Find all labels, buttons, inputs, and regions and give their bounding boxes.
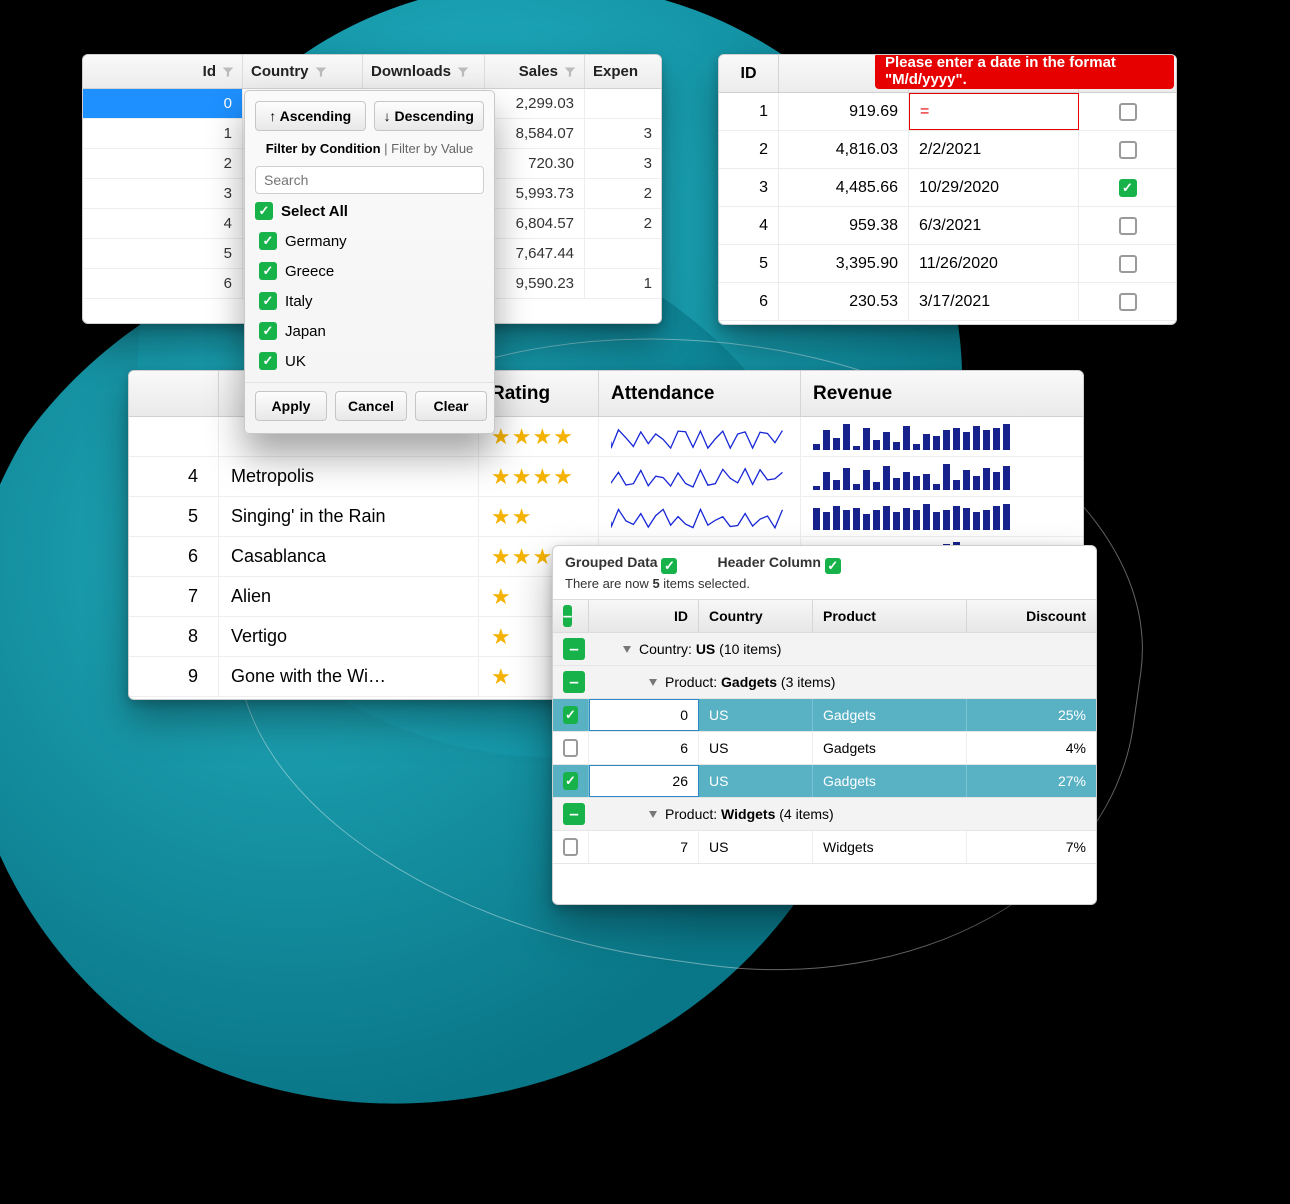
filter-popover[interactable]: ↑ Ascending ↓ Descending Filter by Condi… [244, 90, 495, 434]
chevron-down-icon [649, 811, 657, 818]
table-row[interactable]: 26USGadgets27% [553, 765, 1096, 798]
checkbox-on-icon [259, 292, 277, 310]
date-cell[interactable]: 11/26/2020 [909, 245, 1079, 282]
col-id[interactable]: ID [589, 600, 699, 632]
sparkline-icon [611, 462, 788, 492]
filter-search-input[interactable] [255, 166, 484, 194]
tab-filter-condition[interactable]: Filter by Condition [266, 141, 381, 156]
table-row[interactable]: 1919.69= [719, 93, 1176, 131]
rating-stars-icon: ★★★★ [491, 464, 574, 490]
checkbox-on-icon [255, 202, 273, 220]
col-rating[interactable]: Rating [479, 371, 599, 416]
col-country[interactable]: Country [243, 55, 363, 88]
rating-stars-icon: ★★ [491, 504, 532, 530]
rating-stars-icon: ★★★ [491, 544, 553, 570]
validation-grid[interactable]: Please enter a date in the format "M/d/y… [718, 54, 1177, 325]
filter-icon [457, 66, 469, 78]
filter-values-list[interactable]: GermanyGreeceItalyJapanUK [255, 226, 492, 376]
table-row[interactable]: 4Metropolis★★★★ [129, 457, 1083, 497]
checkbox-icon[interactable] [1119, 255, 1137, 273]
filter-value-row[interactable]: Italy [255, 286, 482, 316]
col-id[interactable]: ID [719, 55, 779, 92]
col-revenue[interactable]: Revenue [801, 371, 1084, 416]
table-row[interactable]: 0USGadgets25% [553, 699, 1096, 732]
tab-filter-value[interactable]: Filter by Value [391, 141, 473, 156]
checkbox-icon[interactable] [1119, 217, 1137, 235]
checkbox-icon[interactable] [563, 838, 578, 856]
cancel-button[interactable]: Cancel [335, 391, 407, 421]
date-cell[interactable]: 6/3/2021 [909, 207, 1079, 244]
checkbox-icon[interactable] [563, 739, 578, 757]
rating-stars-icon: ★ [491, 664, 512, 690]
rating-stars-icon: ★★★★ [491, 424, 574, 450]
checkbox-on-icon [259, 322, 277, 340]
date-cell[interactable]: = [909, 93, 1079, 130]
filter-icon [222, 66, 234, 78]
validation-tooltip: Please enter a date in the format "M/d/y… [875, 54, 1174, 89]
rating-stars-icon: ★ [491, 584, 512, 610]
collapse-icon[interactable] [563, 671, 585, 693]
filter-value-row[interactable]: Greece [255, 256, 482, 286]
col-product[interactable]: Product [813, 600, 967, 632]
group-header[interactable]: Product: Gadgets (3 items) [553, 666, 1096, 699]
checkbox-on-icon [259, 262, 277, 280]
collapse-icon[interactable] [563, 803, 585, 825]
col-id[interactable]: Id [83, 55, 243, 88]
col-downloads[interactable]: Downloads [363, 55, 485, 88]
collapse-icon[interactable] [563, 638, 585, 660]
checkbox-on-icon [259, 352, 277, 370]
chevron-down-icon [649, 679, 657, 686]
checkbox-icon[interactable] [1119, 141, 1137, 159]
table-row[interactable]: 7USWidgets7% [553, 831, 1096, 864]
checkbox-icon[interactable] [1119, 103, 1137, 121]
sparkline-icon [611, 502, 788, 532]
filter-value-row[interactable]: UK [255, 346, 482, 376]
table-row[interactable]: 5Singing' in the Rain★★ [129, 497, 1083, 537]
chevron-down-icon [623, 646, 631, 653]
checkbox-on-icon [259, 232, 277, 250]
header-column-label: Header Column [717, 554, 820, 570]
filter-icon [564, 66, 576, 78]
group-header[interactable]: Country: US (10 items) [553, 633, 1096, 666]
apply-button[interactable]: Apply [255, 391, 327, 421]
table-row[interactable]: 24,816.032/2/2021 [719, 131, 1176, 169]
checkbox-icon[interactable] [1119, 293, 1137, 311]
collapse-all-icon[interactable] [563, 605, 572, 627]
table-row[interactable]: 6230.533/17/2021 [719, 283, 1176, 321]
date-cell[interactable]: 10/29/2020 [909, 169, 1079, 206]
sparkline-icon [611, 422, 788, 452]
date-cell[interactable]: 2/2/2021 [909, 131, 1079, 168]
sparkbar-icon [813, 504, 1072, 530]
checkbox-on-icon[interactable] [563, 772, 578, 790]
grouped-data-label: Grouped Data [565, 554, 658, 570]
date-cell[interactable]: 3/17/2021 [909, 283, 1079, 320]
col-country[interactable]: Country [699, 600, 813, 632]
filter-value-row[interactable]: Germany [255, 226, 482, 256]
col-attendance[interactable]: Attendance [599, 371, 801, 416]
sort-desc-button[interactable]: ↓ Descending [374, 101, 485, 131]
filter-icon [315, 66, 327, 78]
group-header[interactable]: Product: Widgets (4 items) [553, 798, 1096, 831]
sparkbar-icon [813, 464, 1072, 490]
col-expenses[interactable]: Expen [585, 55, 662, 88]
grouped-grid[interactable]: Grouped Data Header Column There are now… [552, 545, 1097, 905]
checkbox-on-icon[interactable] [825, 558, 841, 574]
filter-value-row[interactable]: Japan [255, 316, 482, 346]
col-discount[interactable]: Discount [967, 600, 1097, 632]
select-all-row[interactable]: Select All [245, 198, 494, 226]
col-sales[interactable]: Sales [485, 55, 585, 88]
clear-button[interactable]: Clear [415, 391, 487, 421]
table-row[interactable]: 6USGadgets4% [553, 732, 1096, 765]
checkbox-on-icon[interactable] [563, 706, 578, 724]
filter-tabs[interactable]: Filter by Condition | Filter by Value [245, 137, 494, 162]
table-row[interactable]: 34,485.6610/29/2020 [719, 169, 1176, 207]
sort-asc-button[interactable]: ↑ Ascending [255, 101, 366, 131]
checkbox-on-icon[interactable] [1119, 179, 1137, 197]
selection-status: There are now 5 items selected. [553, 576, 1096, 599]
sparkbar-icon [813, 424, 1072, 450]
checkbox-on-icon[interactable] [661, 558, 677, 574]
table-row[interactable]: 4959.386/3/2021 [719, 207, 1176, 245]
rating-stars-icon: ★ [491, 624, 512, 650]
table-row[interactable]: 53,395.9011/26/2020 [719, 245, 1176, 283]
